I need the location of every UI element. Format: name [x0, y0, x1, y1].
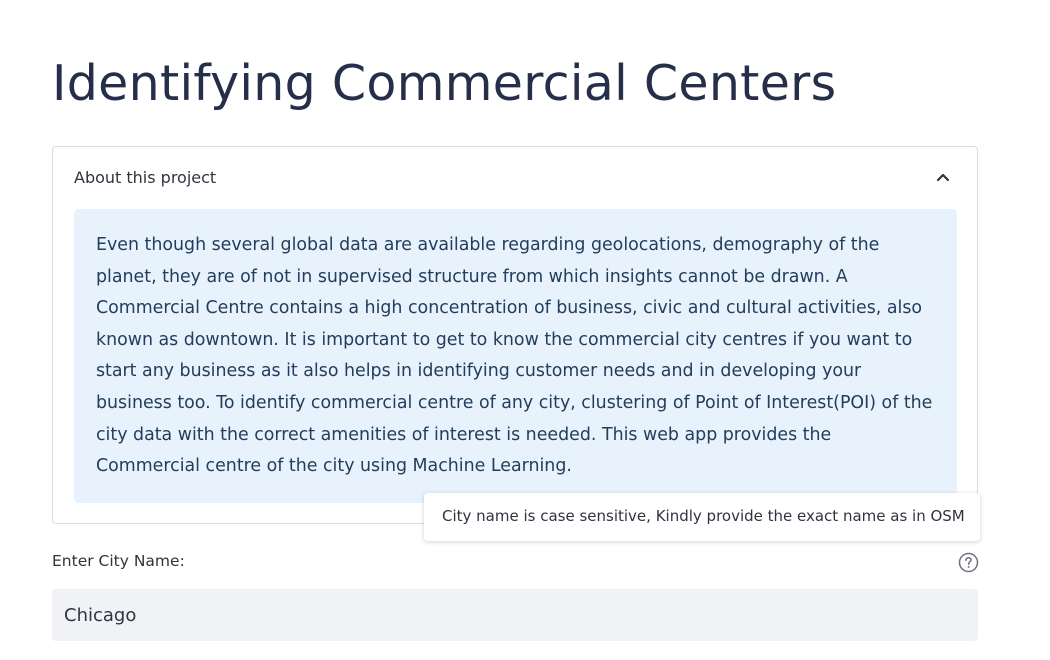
- project-description: Even though several global data are avai…: [96, 235, 933, 477]
- help-tooltip: City name is case sensitive, Kindly prov…: [424, 493, 980, 541]
- city-input-label: Enter City Name:: [52, 552, 185, 570]
- expander-label: About this project: [74, 168, 217, 187]
- app-page: Identifying Commercial Centers About thi…: [0, 0, 1050, 660]
- page-title: Identifying Commercial Centers: [52, 55, 837, 112]
- about-expander: About this project Even though several g…: [52, 146, 978, 524]
- chevron-up-icon[interactable]: [935, 169, 951, 185]
- project-info-box: Even though several global data are avai…: [74, 209, 957, 503]
- expander-header[interactable]: About this project: [53, 147, 977, 209]
- question-circle-icon[interactable]: [958, 552, 979, 573]
- city-name-input[interactable]: [52, 589, 978, 641]
